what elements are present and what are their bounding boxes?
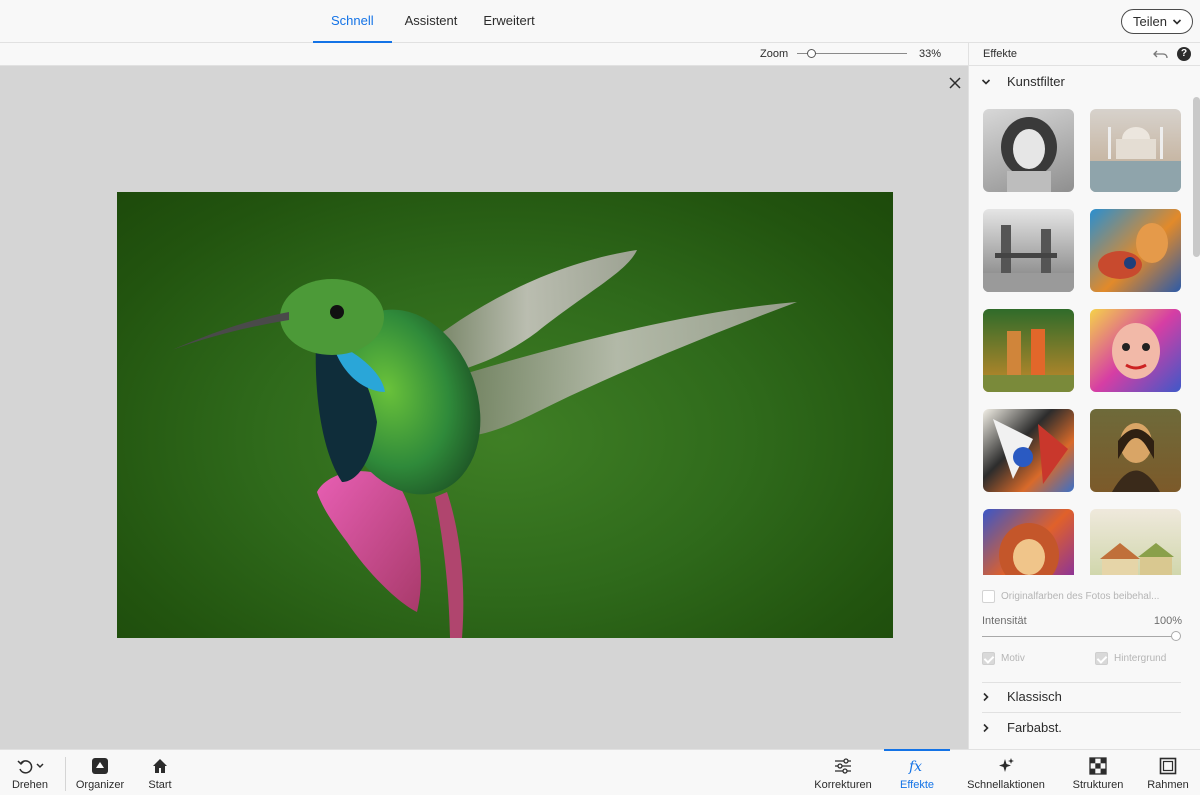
image-canvas[interactable] bbox=[0, 66, 968, 749]
reset-icon[interactable] bbox=[1153, 47, 1169, 61]
start-label: Start bbox=[148, 779, 172, 791]
tab-erweitert[interactable]: Erweitert bbox=[470, 0, 547, 43]
rotate-button[interactable]: Drehen bbox=[10, 750, 50, 795]
fx-icon: fx bbox=[908, 759, 922, 775]
divider bbox=[65, 757, 66, 791]
tab-assistent[interactable]: Assistent bbox=[392, 0, 471, 43]
effects-button[interactable]: fx Effekte bbox=[884, 749, 950, 795]
rotate-icon bbox=[17, 760, 44, 774]
thumb-mona-lisa[interactable] bbox=[1090, 409, 1181, 492]
thumb-tahitian-women[interactable] bbox=[983, 309, 1074, 392]
share-button-label: Teilen bbox=[1133, 14, 1167, 29]
intensity-label: Intensität bbox=[982, 615, 1027, 627]
thumb-portrait-sketch[interactable] bbox=[983, 109, 1074, 192]
svg-text:fx: fx bbox=[908, 759, 922, 775]
zoom-value: 33% bbox=[919, 48, 942, 60]
background-checkbox[interactable] bbox=[1095, 652, 1108, 665]
intensity-value: 100% bbox=[1153, 615, 1182, 627]
section-label: Kunstfilter bbox=[1007, 74, 1065, 89]
frames-label: Rahmen bbox=[1147, 779, 1189, 791]
thumb-cubist-face[interactable] bbox=[1090, 309, 1181, 392]
section-label: Klassisch bbox=[1007, 689, 1062, 704]
intensity-slider-thumb[interactable] bbox=[1171, 631, 1181, 641]
effects-label: Effekte bbox=[899, 779, 935, 791]
organizer-icon bbox=[92, 758, 108, 774]
thumb-colorful-woman[interactable] bbox=[1090, 209, 1181, 292]
effect-thumbnails bbox=[983, 109, 1181, 575]
thumb-taj-mahal[interactable] bbox=[1090, 109, 1181, 192]
section-klassisch[interactable]: Klassisch bbox=[969, 681, 1200, 712]
close-icon[interactable] bbox=[948, 76, 962, 90]
top-bar: Schnell Assistent Erweitert Teilen bbox=[0, 0, 1200, 43]
hummingbird-photo[interactable] bbox=[117, 192, 893, 638]
motif-label: Motiv bbox=[1001, 653, 1025, 664]
textures-label: Strukturen bbox=[1072, 779, 1124, 791]
frames-button[interactable]: Rahmen bbox=[1147, 750, 1189, 795]
share-button[interactable]: Teilen bbox=[1121, 9, 1193, 34]
frame-icon bbox=[1159, 757, 1177, 775]
effects-panel: Effekte ? Kunstfilter Originalfarben des… bbox=[968, 43, 1200, 749]
background-option[interactable]: Hintergrund bbox=[1095, 652, 1166, 665]
hummingbird-illustration bbox=[172, 250, 797, 638]
tab-schnell[interactable]: Schnell bbox=[313, 0, 392, 43]
keep-colors-option[interactable]: Originalfarben des Fotos beibehal... bbox=[982, 590, 1159, 603]
motif-checkbox[interactable] bbox=[982, 652, 995, 665]
motif-option[interactable]: Motiv bbox=[982, 652, 1025, 665]
sparkle-icon bbox=[999, 758, 1014, 772]
panel-scrollbar[interactable] bbox=[1193, 97, 1200, 257]
mode-tabs: Schnell Assistent Erweitert bbox=[313, 0, 548, 43]
keep-colors-checkbox[interactable] bbox=[982, 590, 995, 603]
zoom-thumb[interactable] bbox=[807, 49, 816, 58]
chevron-right-icon bbox=[983, 723, 989, 732]
thumb-village-sketch[interactable] bbox=[1090, 509, 1181, 575]
section-farbabst[interactable]: Farbabst. bbox=[969, 712, 1200, 743]
checker-icon bbox=[1089, 757, 1107, 775]
intensity-slider-track[interactable] bbox=[982, 636, 1177, 637]
corrections-button[interactable]: Korrekturen bbox=[812, 750, 874, 795]
corrections-label: Korrekturen bbox=[814, 779, 872, 791]
rotate-label: Drehen bbox=[11, 779, 49, 791]
thumb-abstract-collage[interactable] bbox=[983, 409, 1074, 492]
quick-actions-button[interactable]: Schnellaktionen bbox=[966, 750, 1046, 795]
textures-button[interactable]: Strukturen bbox=[1072, 750, 1124, 795]
section-kunstfilter[interactable]: Kunstfilter bbox=[969, 66, 1200, 97]
panel-title: Effekte bbox=[983, 48, 1018, 60]
home-icon bbox=[153, 759, 167, 773]
panel-header: Effekte ? bbox=[969, 43, 1200, 66]
zoom-label: Zoom bbox=[760, 48, 789, 60]
zoom-slider[interactable] bbox=[797, 49, 907, 58]
thumb-lion-colorful[interactable] bbox=[983, 509, 1074, 575]
organizer-button[interactable]: Organizer bbox=[75, 750, 125, 795]
background-label: Hintergrund bbox=[1114, 653, 1167, 664]
help-icon[interactable]: ? bbox=[1177, 47, 1191, 61]
sliders-icon bbox=[835, 758, 851, 774]
quick-actions-label: Schnellaktionen bbox=[967, 779, 1045, 791]
thumb-tower-bridge-bw[interactable] bbox=[983, 209, 1074, 292]
section-label: Farbabst. bbox=[1007, 720, 1062, 735]
keep-colors-label: Originalfarben des Fotos beibehal... bbox=[1001, 591, 1160, 602]
bottom-toolbar: Drehen Organizer Start Korrekturen fx Ef… bbox=[0, 749, 1200, 795]
organizer-label: Organizer bbox=[75, 779, 125, 791]
chevron-down-icon bbox=[1172, 18, 1182, 25]
chevron-down-icon bbox=[981, 78, 991, 85]
options-bar: Zoom 33% bbox=[0, 43, 968, 66]
start-button[interactable]: Start bbox=[145, 750, 175, 795]
chevron-right-icon bbox=[983, 692, 989, 701]
